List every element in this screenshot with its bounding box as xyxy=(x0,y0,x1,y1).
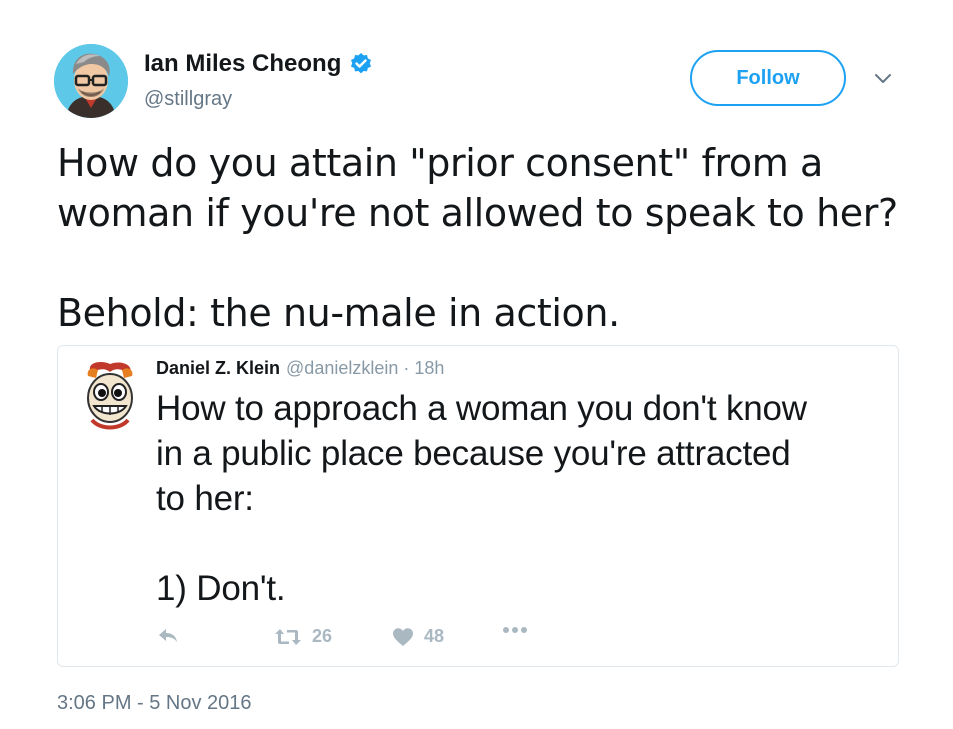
quoted-author-handle[interactable]: @danielzklein xyxy=(286,358,398,379)
reply-icon xyxy=(156,626,180,646)
retweet-count: 26 xyxy=(312,626,333,646)
more-dots-icon xyxy=(502,626,528,634)
quoted-tweet-actions: 26 48 xyxy=(156,626,576,656)
quoted-author-name[interactable]: Daniel Z. Klein xyxy=(156,358,280,379)
author-avatar[interactable] xyxy=(54,44,128,118)
author-handle[interactable]: @stillgray xyxy=(144,88,232,111)
tweet-timestamp[interactable]: 3:06 PM - 5 Nov 2016 xyxy=(57,692,252,715)
heart-icon xyxy=(392,627,414,647)
follow-button[interactable]: Follow xyxy=(690,50,846,106)
like-count: 48 xyxy=(424,626,445,646)
retweet-icon xyxy=(274,627,302,647)
author-display-name[interactable]: Ian Miles Cheong xyxy=(144,50,341,78)
retweet-button[interactable]: 26 xyxy=(274,626,332,647)
tweet-text: How do you attain "prior consent" from a… xyxy=(57,141,898,335)
quoted-tweet-text: How to approach a woman you don't know i… xyxy=(156,389,807,608)
reply-button[interactable] xyxy=(156,626,180,646)
chevron-down-icon[interactable] xyxy=(870,66,896,92)
more-button[interactable] xyxy=(502,626,528,634)
meta-separator: · xyxy=(403,358,410,378)
quoted-tweet-time[interactable]: 18h xyxy=(414,358,444,379)
like-button[interactable]: 48 xyxy=(392,626,444,647)
quoted-author-avatar[interactable] xyxy=(80,360,140,432)
author-name-row: Ian Miles Cheong xyxy=(144,50,373,78)
quoted-tweet-card[interactable]: Daniel Z. Klein @danielzklein · 18h How … xyxy=(57,345,899,667)
tweet-header: Ian Miles Cheong @stillgray Follow xyxy=(54,44,914,120)
verified-badge-icon xyxy=(349,52,373,76)
quoted-tweet-meta: Daniel Z. Klein @danielzklein · 18h xyxy=(156,358,444,379)
